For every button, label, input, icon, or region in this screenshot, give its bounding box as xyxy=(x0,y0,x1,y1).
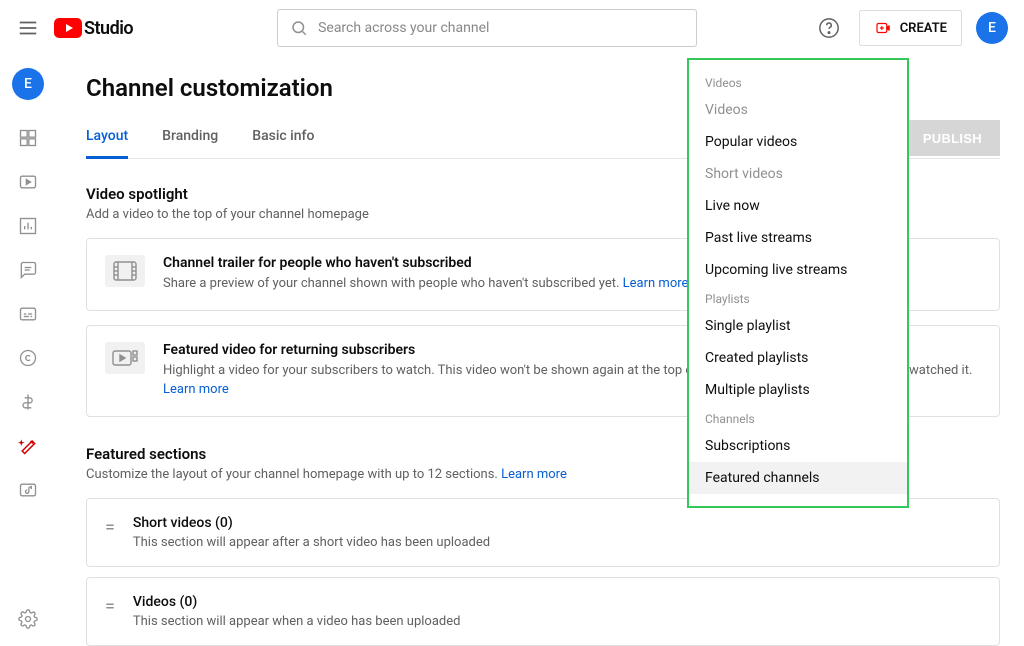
section-item-title: Short videos (0) xyxy=(133,515,490,531)
create-button[interactable]: CREATE xyxy=(859,10,962,46)
main-content: Channel customization Layout Branding Ba… xyxy=(56,56,1024,639)
rail-analytics-icon[interactable] xyxy=(8,206,48,246)
rail-monetization-icon[interactable] xyxy=(8,382,48,422)
popover-group-label: Playlists xyxy=(689,286,907,310)
featured-video-icon xyxy=(105,342,145,374)
add-section-popover: Videos Videos Popular videos Short video… xyxy=(687,58,909,508)
section-item-desc: This section will appear after a short v… xyxy=(133,535,490,550)
section-card-videos: = Videos (0) This section will appear wh… xyxy=(86,577,1000,646)
rail-settings-icon[interactable] xyxy=(8,599,48,639)
tab-basic-info[interactable]: Basic info xyxy=(252,118,314,158)
drag-handle-icon[interactable]: = xyxy=(105,594,115,616)
popover-item-videos[interactable]: Videos xyxy=(689,94,907,126)
rail-content-icon[interactable] xyxy=(8,162,48,202)
top-bar: Studio Search across your channel CREATE… xyxy=(0,0,1024,56)
section-item-desc: This section will appear when a video ha… xyxy=(133,614,461,629)
popover-item-live-now[interactable]: Live now xyxy=(689,190,907,222)
rail-avatar[interactable]: E xyxy=(12,68,44,100)
learn-more-link[interactable]: Learn more xyxy=(623,276,689,291)
youtube-studio-logo[interactable]: Studio xyxy=(54,18,133,39)
search-placeholder: Search across your channel xyxy=(318,20,489,36)
popover-item-popular-videos[interactable]: Popular videos xyxy=(689,126,907,158)
learn-more-link[interactable]: Learn more xyxy=(501,467,567,482)
menu-icon[interactable] xyxy=(16,16,40,40)
rail-comments-icon[interactable] xyxy=(8,250,48,290)
popover-item-featured-channels[interactable]: Featured channels xyxy=(689,462,907,494)
tab-layout[interactable]: Layout xyxy=(86,118,128,158)
search-icon xyxy=(290,19,308,37)
popover-item-multiple-playlists[interactable]: Multiple playlists xyxy=(689,374,907,406)
logo-text: Studio xyxy=(84,18,133,39)
search-input[interactable]: Search across your channel xyxy=(277,9,697,47)
rail-audio-library-icon[interactable] xyxy=(8,470,48,510)
publish-button[interactable]: PUBLISH xyxy=(905,120,1000,156)
avatar[interactable]: E xyxy=(976,12,1008,44)
youtube-play-icon xyxy=(54,18,82,38)
rail-dashboard-icon[interactable] xyxy=(8,118,48,158)
create-icon xyxy=(874,19,892,37)
help-icon[interactable] xyxy=(813,12,845,44)
popover-group-label: Videos xyxy=(689,70,907,94)
create-label: CREATE xyxy=(900,21,947,36)
popover-item-created-playlists[interactable]: Created playlists xyxy=(689,342,907,374)
tab-branding[interactable]: Branding xyxy=(162,118,218,158)
popover-group-label: Channels xyxy=(689,406,907,430)
rail-customization-icon[interactable] xyxy=(8,426,48,466)
popover-item-upcoming-live[interactable]: Upcoming live streams xyxy=(689,254,907,286)
rail-copyright-icon[interactable] xyxy=(8,338,48,378)
search-wrap: Search across your channel xyxy=(277,9,697,47)
left-rail: E xyxy=(0,56,56,639)
popover-item-short-videos[interactable]: Short videos xyxy=(689,158,907,190)
tabs: Layout Branding Basic info xyxy=(86,118,314,158)
trailer-icon xyxy=(105,255,145,287)
popover-item-single-playlist[interactable]: Single playlist xyxy=(689,310,907,342)
popover-item-past-live[interactable]: Past live streams xyxy=(689,222,907,254)
drag-handle-icon[interactable]: = xyxy=(105,515,115,537)
popover-item-subscriptions[interactable]: Subscriptions xyxy=(689,430,907,462)
section-item-title: Videos (0) xyxy=(133,594,461,610)
learn-more-link[interactable]: Learn more xyxy=(163,382,229,397)
rail-subtitles-icon[interactable] xyxy=(8,294,48,334)
